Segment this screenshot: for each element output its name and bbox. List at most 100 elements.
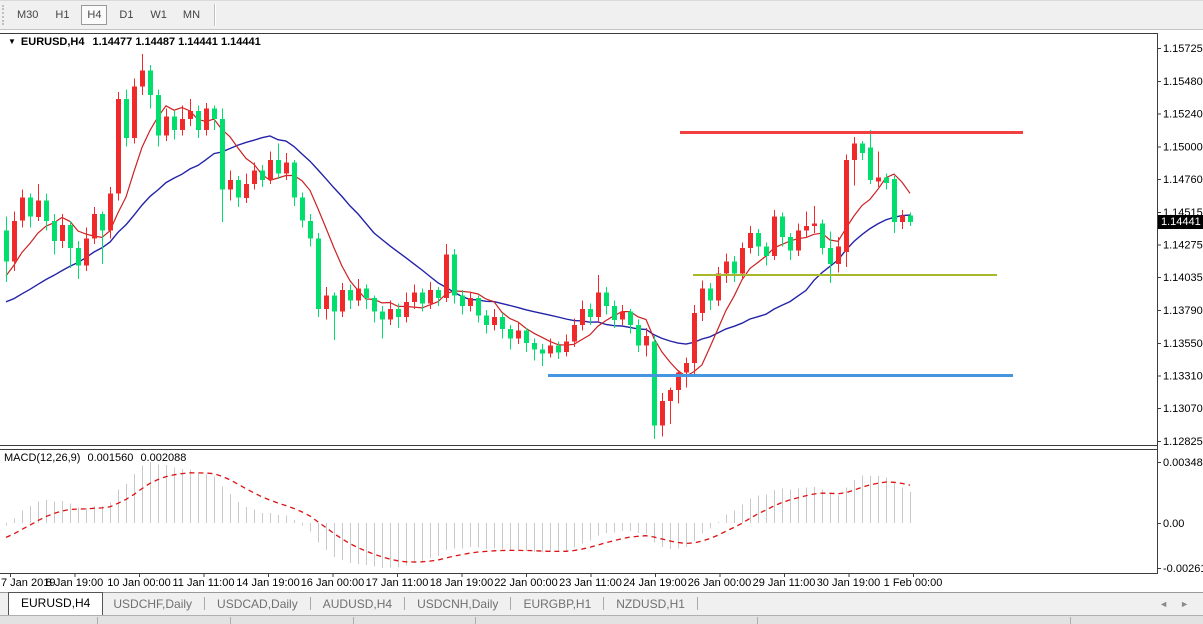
tab-audusd-h4[interactable]: AUDUSD,H4 <box>313 594 402 615</box>
candle-body <box>372 298 377 312</box>
candle-body <box>780 217 785 237</box>
candle-body <box>804 226 809 230</box>
candle-body <box>860 144 865 154</box>
symbol-ohlc-values: 1.14477 1.14487 1.14441 1.14441 <box>93 36 261 48</box>
candle-body <box>684 363 689 373</box>
candle-body <box>900 215 905 222</box>
price-axis-label: 1.13070 <box>1163 403 1203 415</box>
candle-body <box>156 95 161 136</box>
chart-canvas[interactable]: 1.157251.154801.152401.150001.147601.145… <box>0 30 1203 592</box>
macd-axis-label: -0.002617 <box>1163 563 1203 575</box>
time-axis-label: 8 Jan 19:00 <box>46 577 104 589</box>
statusbar-separator <box>475 617 476 624</box>
candle-body <box>108 194 113 231</box>
period-button-m30[interactable]: M30 <box>12 5 43 25</box>
tab-nzdusd-h1[interactable]: NZDUSD,H1 <box>606 594 695 615</box>
candle-body <box>252 171 257 185</box>
candle-body <box>196 111 201 130</box>
macd-signal-value: 0.002088 <box>140 452 186 464</box>
candle-body <box>356 289 361 301</box>
tab-scroll-left-icon[interactable]: ◄ <box>1153 599 1174 609</box>
period-button-d1[interactable]: D1 <box>113 5 139 25</box>
status-bar <box>0 615 1203 624</box>
candle-body <box>484 316 489 326</box>
statusbar-separator <box>230 617 231 624</box>
candle-body <box>300 198 305 221</box>
macd-axis-label: 0.00 <box>1163 518 1184 530</box>
candle-body <box>340 290 345 312</box>
candle-body <box>396 309 401 317</box>
toolbar-grip-icon[interactable] <box>2 5 9 25</box>
tab-usdchf-daily[interactable]: USDCHF,Daily <box>103 594 202 615</box>
time-axis-label: 11 Jan 11:00 <box>173 577 235 589</box>
candle-body <box>308 221 313 239</box>
tab-eurusd-h4[interactable]: EURUSD,H4 <box>8 592 103 615</box>
tab-separator <box>510 597 511 610</box>
time-axis-label: 16 Jan 00:00 <box>301 577 365 589</box>
candle-body <box>548 346 553 354</box>
candle-body <box>316 238 321 309</box>
candle-body <box>756 233 761 247</box>
time-axis-label: 10 Jan 00:00 <box>107 577 171 589</box>
tab-separator <box>404 597 405 610</box>
candle-body <box>508 329 513 339</box>
symbol-dropdown-icon[interactable]: ▼ <box>8 37 16 46</box>
candle-body <box>68 225 73 248</box>
candle-body <box>868 148 873 181</box>
candle-body <box>52 221 57 241</box>
price-axis-label: 1.15240 <box>1163 109 1203 121</box>
period-button-h4[interactable]: H4 <box>81 5 107 25</box>
candle-body <box>212 108 217 119</box>
candle-body <box>268 160 273 180</box>
candle-body <box>852 144 857 160</box>
price-axis-label: 1.15480 <box>1163 76 1203 88</box>
candle-body <box>380 312 385 320</box>
candle-body <box>132 87 137 139</box>
candle-body <box>44 201 49 221</box>
price-axis-label: 1.14035 <box>1163 272 1203 284</box>
candle-body <box>4 230 9 261</box>
candle-body <box>628 312 633 326</box>
candle-body <box>172 116 177 130</box>
macd-label: MACD(12,26,9) <box>4 452 80 464</box>
candle-body <box>604 293 609 307</box>
candle-body <box>476 298 481 316</box>
tab-scroll-right-icon[interactable]: ► <box>1174 599 1195 609</box>
candle-body <box>612 306 617 320</box>
candle-body <box>124 99 129 138</box>
period-button-mn[interactable]: MN <box>178 5 205 25</box>
current-price-badge: 1.14441 <box>1158 215 1203 229</box>
candle-body <box>276 160 281 174</box>
candle-body <box>772 217 777 256</box>
tab-usdcad-daily[interactable]: USDCAD,Daily <box>207 594 308 615</box>
price-axis-label: 1.12825 <box>1163 436 1203 448</box>
tab-separator <box>697 597 698 610</box>
period-button-w1[interactable]: W1 <box>145 5 172 25</box>
candle-body <box>116 99 121 194</box>
candle-body <box>236 180 241 198</box>
candle-body <box>668 390 673 401</box>
mt4-window: M30H1H4D1W1MN 1.157251.154801.152401.150… <box>0 0 1203 624</box>
symbol-title: EURUSD,H4 <box>21 36 85 48</box>
period-button-h1[interactable]: H1 <box>49 5 75 25</box>
candle-body <box>716 274 721 301</box>
candle-body <box>76 248 81 266</box>
candle-body <box>228 180 233 190</box>
candle-body <box>84 238 89 265</box>
candle-body <box>412 293 417 303</box>
tab-eurgbp-h1[interactable]: EURGBP,H1 <box>513 594 601 615</box>
candle-body <box>644 336 649 346</box>
candle-body <box>452 255 457 296</box>
candle-body <box>492 317 497 325</box>
candle-body <box>788 237 793 251</box>
time-axis-label: 22 Jan 00:00 <box>494 577 558 589</box>
candle-body <box>572 325 577 341</box>
candle-body <box>60 225 65 241</box>
time-axis-label: 14 Jan 19:00 <box>236 577 300 589</box>
time-axis-label: 18 Jan 19:00 <box>430 577 494 589</box>
candle-body <box>180 119 185 130</box>
price-axis-label: 1.13790 <box>1163 305 1203 317</box>
time-axis-label: 1 Feb 00:00 <box>884 577 943 589</box>
tab-usdcnh-daily[interactable]: USDCNH,Daily <box>407 594 508 615</box>
candle-body <box>660 401 665 425</box>
